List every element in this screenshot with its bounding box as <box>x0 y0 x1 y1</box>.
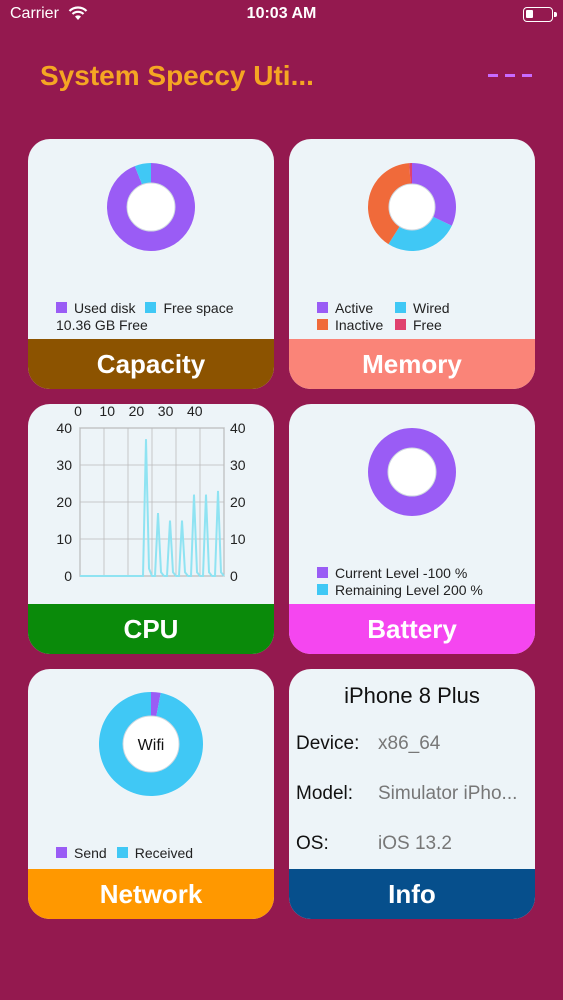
legend-remaining-level: Remaining Level 200 % <box>335 581 483 598</box>
cpu-y-tick-left: 10 <box>56 531 72 547</box>
info-value-model: Simulator iPho... <box>378 783 518 804</box>
device-name: iPhone 8 Plus <box>344 683 480 708</box>
free-space-swatch <box>145 302 157 313</box>
battery-footer[interactable]: Battery <box>289 604 535 654</box>
cpu-x-tick: 30 <box>158 404 174 419</box>
battery-donut-hole <box>387 447 437 497</box>
legend-current-level: Current Level -100 % <box>335 564 468 581</box>
app-title: System Speccy Uti... <box>40 60 314 91</box>
battery-donut-chart <box>368 428 456 516</box>
legend-send: Send <box>74 844 107 861</box>
legend-free-space: Free space <box>163 299 234 316</box>
info-row-os: OS: iOS 13.2 <box>296 833 452 855</box>
legend-free: Free <box>413 316 442 333</box>
info-value-os: iOS 13.2 <box>378 833 452 854</box>
cpu-card[interactable]: 40 40 30 30 20 20 10 10 0 0 0 10 20 30 40 CPU <box>28 404 274 654</box>
status-time: 10:03 AM <box>246 5 317 22</box>
capacity-legend: Used disk Free space 10.36 GB Free <box>56 299 244 333</box>
memory-donut-chart <box>368 163 456 251</box>
cpu-y-tick-right: 20 <box>230 494 246 510</box>
network-legend: Send Received <box>56 844 203 861</box>
cpu-y-tick-right: 30 <box>230 457 246 473</box>
cpu-x-tick: 40 <box>187 404 203 419</box>
info-card[interactable]: iPhone 8 Plus Device: x86_64 Model: Simu… <box>289 669 535 919</box>
network-card[interactable]: Wifi Send Received Network <box>28 669 274 919</box>
info-label-device: Device: <box>296 733 360 754</box>
memory-donut-hole <box>388 183 436 231</box>
status-bar: Carrier 10:03 AM <box>0 0 563 30</box>
network-center-label: Wifi <box>138 737 165 754</box>
cpu-footer[interactable]: CPU <box>28 604 274 654</box>
info-label-os: OS: <box>296 833 329 854</box>
capacity-donut-chart <box>107 163 195 251</box>
info-row-model: Model: Simulator iPho... <box>296 783 517 805</box>
battery-legend: Current Level -100 % Remaining Level 200… <box>317 564 483 598</box>
legend-inactive: Inactive <box>335 316 384 333</box>
legend-used-disk: Used disk <box>74 299 136 316</box>
legend-active: Active <box>335 299 374 316</box>
capacity-donut-hole <box>126 182 176 232</box>
info-row-device: Device: x86_64 <box>296 733 440 755</box>
cpu-y-tick-left: 40 <box>56 420 72 436</box>
battery-status-icon <box>523 7 557 22</box>
cpu-y-tick-right: 0 <box>230 568 238 584</box>
menu-icon[interactable] <box>488 70 532 80</box>
memory-legend: Active Wired Inactive Free <box>317 299 460 333</box>
info-label-model: Model: <box>296 783 354 804</box>
info-value-device: x86_64 <box>378 733 441 754</box>
memory-footer[interactable]: Memory <box>289 339 535 389</box>
legend-wired: Wired <box>413 299 450 316</box>
cpu-y-tick-left: 20 <box>56 494 72 510</box>
info-footer[interactable]: Info <box>289 869 535 919</box>
capacity-footer[interactable]: Capacity <box>28 339 274 389</box>
memory-card[interactable]: Active Wired Inactive Free Memory <box>289 139 535 389</box>
cpu-y-tick-left: 30 <box>56 457 72 473</box>
capacity-free-text: 10.36 GB Free <box>56 316 148 333</box>
legend-received: Received <box>134 844 194 861</box>
cpu-y-tick-right: 10 <box>230 531 246 547</box>
cpu-x-tick: 20 <box>129 404 145 419</box>
cpu-x-tick: 0 <box>74 404 82 419</box>
battery-card[interactable]: Current Level -100 % Remaining Level 200… <box>289 404 535 654</box>
network-footer[interactable]: Network <box>28 869 274 919</box>
cpu-y-tick-right: 40 <box>230 420 246 436</box>
used-disk-swatch <box>56 302 67 313</box>
network-donut-chart: Wifi <box>99 692 204 796</box>
cpu-line-chart: 40 40 30 30 20 20 10 10 0 0 0 10 20 30 40 <box>56 404 246 584</box>
capacity-card[interactable]: Used disk Free space 10.36 GB Free Capac… <box>28 139 274 389</box>
cpu-y-tick-left: 0 <box>64 568 72 584</box>
cpu-x-tick: 10 <box>99 404 115 419</box>
